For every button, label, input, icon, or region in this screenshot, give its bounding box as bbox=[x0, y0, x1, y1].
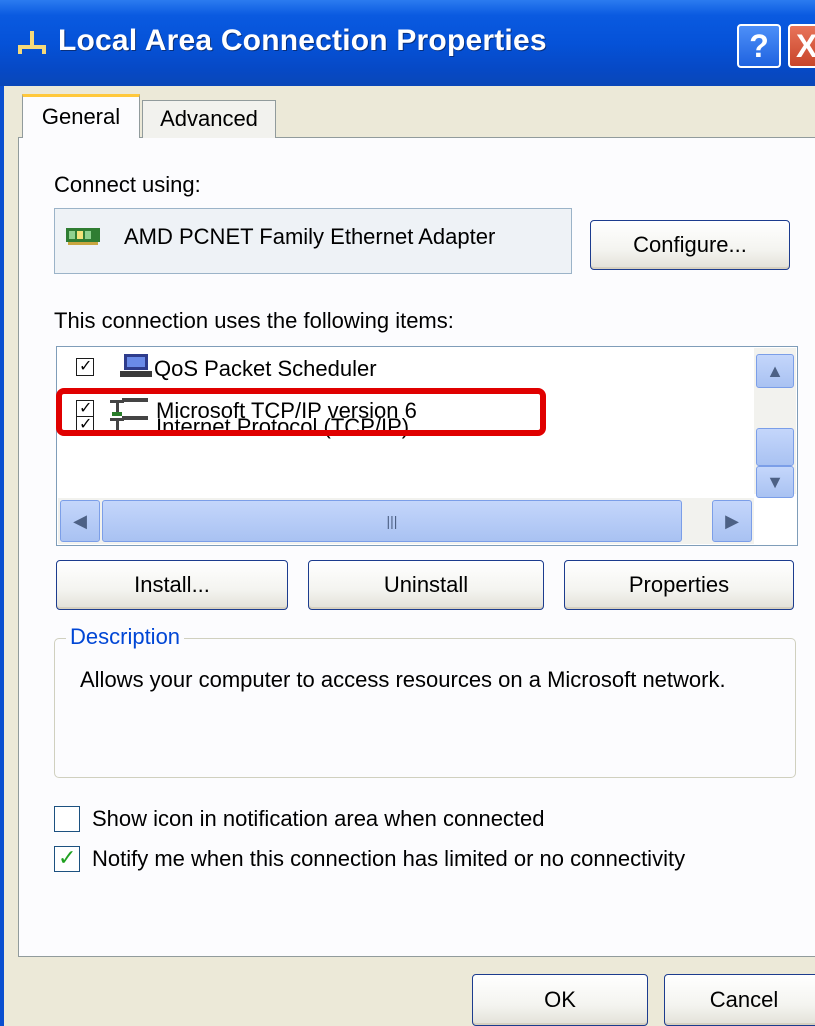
network-adapter-icon bbox=[66, 228, 100, 245]
description-text: Allows your computer to access resources… bbox=[80, 667, 726, 692]
tab-general[interactable]: General bbox=[22, 94, 140, 138]
properties-button[interactable]: Properties bbox=[564, 560, 794, 610]
scroll-down-button[interactable]: ▼ bbox=[756, 466, 794, 498]
network-connection-icon bbox=[18, 31, 46, 54]
adapter-name: AMD PCNET Family Ethernet Adapter bbox=[124, 224, 496, 249]
description-group bbox=[54, 638, 796, 778]
scroll-up-button[interactable]: ▲ bbox=[756, 354, 794, 388]
items-list-label: This connection uses the following items… bbox=[54, 308, 454, 333]
notify-label[interactable]: Notify me when this connection has limit… bbox=[92, 846, 685, 872]
close-button[interactable]: X bbox=[788, 24, 815, 68]
network-service-icon bbox=[120, 354, 152, 377]
item-label: QoS Packet Scheduler bbox=[154, 356, 377, 381]
scroll-right-button[interactable]: ▶ bbox=[712, 500, 752, 542]
connect-using-label: Connect using: bbox=[54, 172, 201, 197]
checkmark-icon: ✓ bbox=[58, 845, 77, 870]
window-title: Local Area Connection Properties bbox=[58, 24, 547, 57]
scroll-thumb-horizontal[interactable]: ||| bbox=[102, 500, 682, 542]
uninstall-button[interactable]: Uninstall bbox=[308, 560, 544, 610]
window-border bbox=[0, 86, 4, 1026]
install-button[interactable]: Install... bbox=[56, 560, 288, 610]
tab-advanced[interactable]: Advanced bbox=[142, 100, 276, 138]
scroll-left-button[interactable]: ◀ bbox=[60, 500, 100, 542]
cancel-button[interactable]: Cancel bbox=[664, 974, 815, 1026]
description-legend: Description bbox=[66, 624, 185, 650]
scroll-thumb-vertical[interactable] bbox=[756, 428, 794, 466]
ok-button[interactable]: OK bbox=[472, 974, 648, 1026]
configure-button[interactable]: Configure... bbox=[590, 220, 790, 270]
show-icon-label[interactable]: Show icon in notification area when conn… bbox=[92, 806, 545, 832]
item-checkbox[interactable]: ✓ bbox=[76, 358, 94, 376]
show-icon-checkbox[interactable] bbox=[54, 806, 80, 832]
highlight-box bbox=[56, 388, 546, 436]
notify-checkbox[interactable]: ✓ bbox=[54, 845, 80, 872]
help-button[interactable]: ? bbox=[737, 24, 781, 68]
